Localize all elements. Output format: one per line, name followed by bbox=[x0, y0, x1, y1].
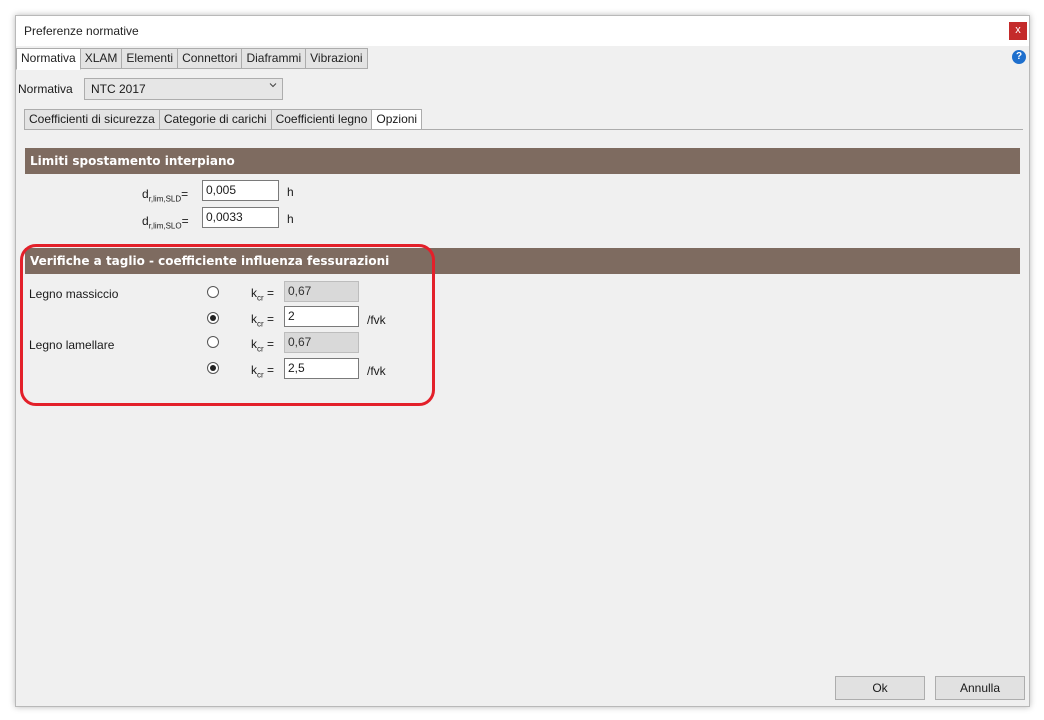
d-lim-sld-input[interactable]: 0,005 bbox=[202, 180, 279, 201]
kcr-label: kcr = bbox=[251, 286, 274, 302]
kcr-label-sub: cr bbox=[257, 370, 264, 380]
normativa-selected-value: NTC 2017 bbox=[91, 82, 146, 96]
lamellare-radio-fvk[interactable] bbox=[207, 362, 219, 374]
tab-categorie-carichi[interactable]: Categorie di carichi bbox=[158, 109, 272, 130]
d-lim-slo-label-main: d bbox=[142, 214, 149, 228]
normativa-label: Normativa bbox=[18, 82, 73, 96]
tab-xlam[interactable]: XLAM bbox=[79, 48, 123, 69]
tab-diaframmi[interactable]: Diaframmi bbox=[241, 48, 307, 69]
kcr-label: kcr = bbox=[251, 312, 274, 328]
chevron-down-icon bbox=[269, 83, 277, 88]
d-lim-sld-label-tail: = bbox=[181, 187, 189, 201]
d-lim-sld-label-main: d bbox=[142, 187, 149, 201]
section-header-limiti: Limiti spostamento interpiano bbox=[25, 148, 1020, 174]
cancel-button[interactable]: Annulla bbox=[935, 676, 1025, 700]
ok-button[interactable]: Ok bbox=[835, 676, 925, 700]
window-title: Preferenze normative bbox=[24, 24, 139, 38]
lamellare-radio-fixed[interactable] bbox=[207, 336, 219, 348]
kcr-label-sub: cr bbox=[257, 319, 264, 329]
sub-tab-divider bbox=[25, 129, 1023, 130]
kcr-label-tail: = bbox=[263, 337, 275, 351]
tab-coefficienti-legno[interactable]: Coefficienti legno bbox=[270, 109, 373, 130]
normativa-select[interactable]: NTC 2017 bbox=[84, 78, 283, 100]
d-lim-sld-unit: h bbox=[287, 185, 294, 199]
d-lim-slo-label-tail: = bbox=[181, 214, 189, 228]
d-lim-slo-input[interactable]: 0,0033 bbox=[202, 207, 279, 228]
massiccio-radio-fvk[interactable] bbox=[207, 312, 219, 324]
legno-lamellare-label: Legno lamellare bbox=[29, 338, 115, 352]
section-header-verifiche: Verifiche a taglio - coefficiente influe… bbox=[25, 248, 1020, 274]
close-button[interactable]: x bbox=[1009, 22, 1027, 40]
lamellare-kcr-fixed-value: 0,67 bbox=[284, 332, 359, 353]
tab-connettori[interactable]: Connettori bbox=[177, 48, 243, 69]
tab-opzioni[interactable]: Opzioni bbox=[371, 109, 423, 130]
lamellare-unit: /fvk bbox=[367, 364, 386, 378]
main-tab-bar: Normativa XLAM Elementi Connettori Diafr… bbox=[16, 48, 368, 70]
massiccio-kcr-fixed-value: 0,67 bbox=[284, 281, 359, 302]
lamellare-kcr-input[interactable]: 2,5 bbox=[284, 358, 359, 379]
title-bar: Preferenze normative x bbox=[16, 16, 1029, 46]
d-lim-sld-label-sub: r,lim,SLD bbox=[148, 194, 182, 204]
kcr-label-tail: = bbox=[263, 312, 275, 326]
kcr-label-tail: = bbox=[263, 363, 275, 377]
kcr-label-sub: cr bbox=[257, 344, 264, 354]
kcr-label: kcr = bbox=[251, 337, 274, 353]
d-lim-slo-label-sub: r,lim,SLO bbox=[148, 221, 182, 231]
kcr-label-tail: = bbox=[263, 286, 275, 300]
d-lim-slo-label: dr,lim,SLO= bbox=[142, 214, 189, 230]
kcr-label-sub: cr bbox=[257, 293, 264, 303]
kcr-label: kcr = bbox=[251, 363, 274, 379]
sub-tab-bar: Coefficienti di sicurezza Categorie di c… bbox=[24, 109, 423, 130]
d-lim-slo-unit: h bbox=[287, 212, 294, 226]
help-icon[interactable]: ? bbox=[1012, 50, 1026, 64]
massiccio-unit: /fvk bbox=[367, 313, 386, 327]
massiccio-radio-fixed[interactable] bbox=[207, 286, 219, 298]
tab-vibrazioni[interactable]: Vibrazioni bbox=[305, 48, 368, 69]
d-lim-sld-label: dr,lim,SLD= bbox=[142, 187, 188, 203]
legno-massiccio-label: Legno massiccio bbox=[29, 287, 119, 301]
tab-elementi[interactable]: Elementi bbox=[121, 48, 179, 69]
tab-coefficienti-sicurezza[interactable]: Coefficienti di sicurezza bbox=[24, 109, 160, 130]
tab-normativa[interactable]: Normativa bbox=[16, 48, 81, 70]
massiccio-kcr-input[interactable]: 2 bbox=[284, 306, 359, 327]
preferences-dialog: Preferenze normative x Normativa XLAM El… bbox=[15, 15, 1030, 707]
